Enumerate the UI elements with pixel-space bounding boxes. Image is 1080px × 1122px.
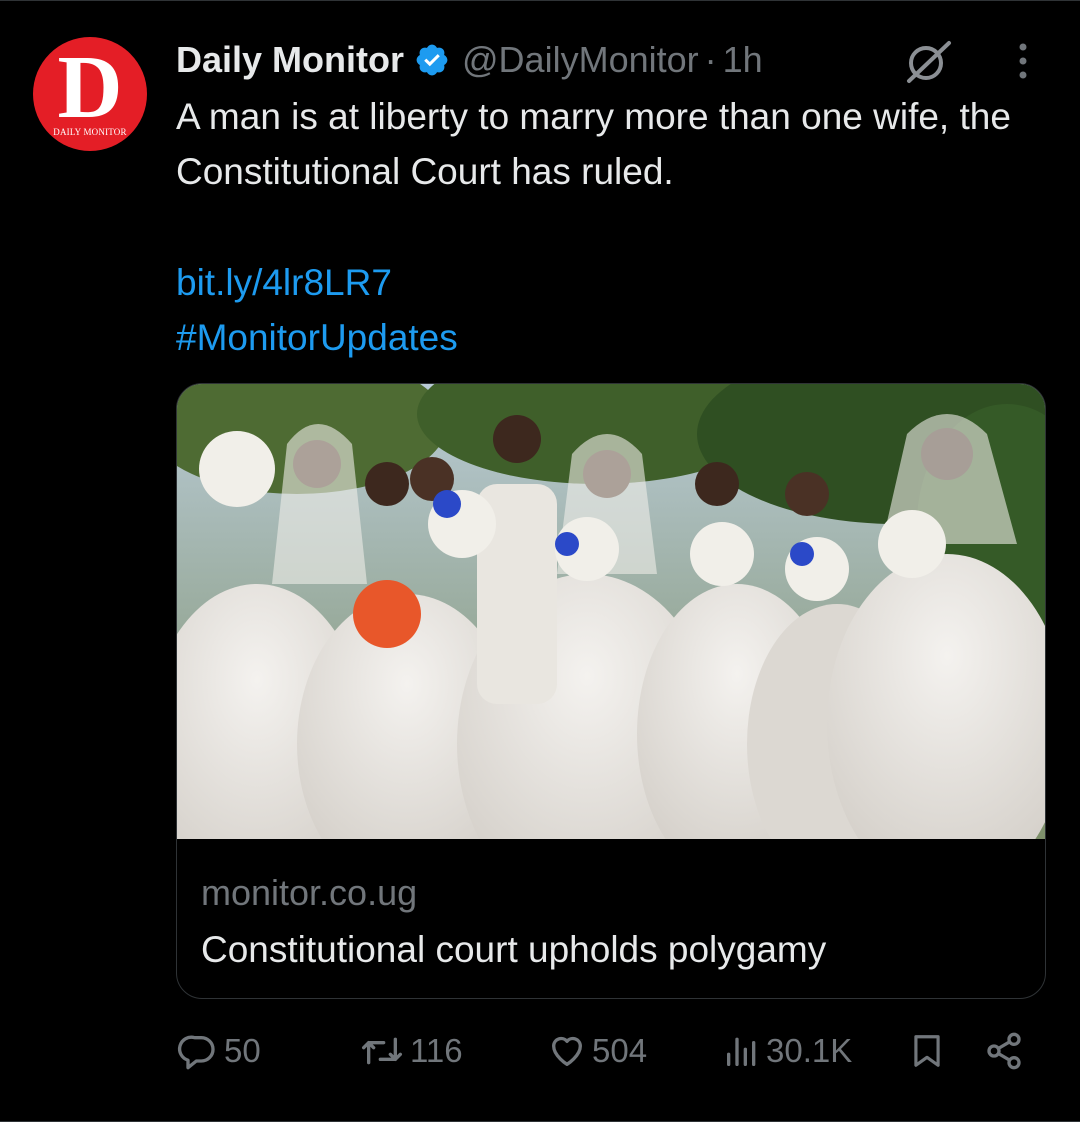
display-name[interactable]: Daily Monitor	[176, 39, 404, 81]
logo-text: DAILY MONITOR	[53, 127, 127, 137]
card-title: Constitutional court upholds polygamy	[201, 929, 827, 970]
repost-count: 116	[410, 1032, 463, 1069]
tweet-header: Daily Monitor @DailyMonitor · 1h	[176, 37, 763, 83]
share-button[interactable]	[984, 1029, 1024, 1073]
reply-count: 50	[224, 1032, 261, 1069]
tweet-text: A man is at liberty to marry more than o…	[176, 96, 1011, 192]
separator-dot: ·	[704, 39, 717, 80]
short-link[interactable]: bit.ly/4lr8LR7	[176, 255, 392, 310]
handle[interactable]: @DailyMonitor	[462, 39, 699, 81]
views-count: 30.1K	[766, 1032, 853, 1069]
link-card[interactable]: monitor.co.ug Constitutional court uphol…	[176, 383, 1046, 999]
card-domain: monitor.co.ug	[201, 872, 418, 913]
grok-icon[interactable]	[903, 39, 953, 85]
tweet[interactable]: D DAILY MONITOR Daily Monitor @DailyMoni…	[0, 0, 1080, 1122]
analytics-icon	[727, 1037, 756, 1066]
like-button[interactable]: 504	[546, 1029, 647, 1073]
heart-icon	[552, 1036, 582, 1066]
bookmark-icon	[914, 1035, 940, 1067]
views-button[interactable]: 30.1K	[722, 1029, 852, 1073]
more-options-icon[interactable]	[1005, 41, 1041, 81]
card-image[interactable]	[177, 384, 1046, 839]
repost-icon	[362, 1037, 403, 1065]
bookmark-button[interactable]	[908, 1029, 946, 1073]
timestamp[interactable]: 1h	[723, 39, 763, 81]
repost-button[interactable]: 116	[358, 1029, 463, 1073]
share-icon	[987, 1032, 1021, 1070]
verified-badge-icon[interactable]	[414, 42, 450, 78]
reply-button[interactable]: 50	[176, 1029, 261, 1073]
logo-letter: D	[57, 38, 123, 137]
avatar[interactable]: D DAILY MONITOR	[33, 37, 147, 151]
hashtag-link[interactable]: #MonitorUpdates	[176, 310, 458, 365]
like-count: 504	[592, 1032, 648, 1069]
reply-icon	[177, 1035, 215, 1070]
